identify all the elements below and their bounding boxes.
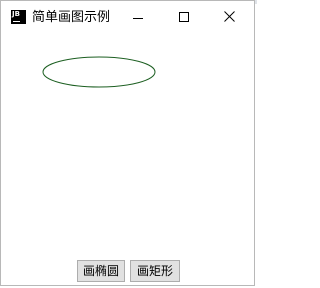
draw-ellipse-button[interactable]: 画椭圆 (77, 260, 125, 282)
close-button[interactable] (206, 1, 252, 31)
minimize-button[interactable] (114, 1, 160, 31)
window-title: 简单画图示例 (32, 10, 111, 25)
maximize-button[interactable] (160, 1, 206, 31)
drawn-ellipse (42, 56, 156, 88)
close-icon (224, 11, 235, 22)
drawing-canvas[interactable] (1, 31, 254, 257)
button-panel: 画椭圆 画矩形 (1, 257, 254, 287)
draw-rectangle-button[interactable]: 画矩形 (130, 260, 180, 282)
java-app-icon[interactable]: JB (11, 10, 26, 24)
app-window: JB 简单画图示例 画椭圆 画矩形 (0, 0, 255, 286)
minimize-icon (133, 18, 143, 19)
app-icon-underline (13, 21, 20, 22)
app-icon-label: JB (12, 10, 20, 18)
canvas-surface (42, 56, 156, 88)
maximize-icon (179, 12, 189, 22)
title-bar[interactable]: JB 简单画图示例 (1, 1, 254, 31)
